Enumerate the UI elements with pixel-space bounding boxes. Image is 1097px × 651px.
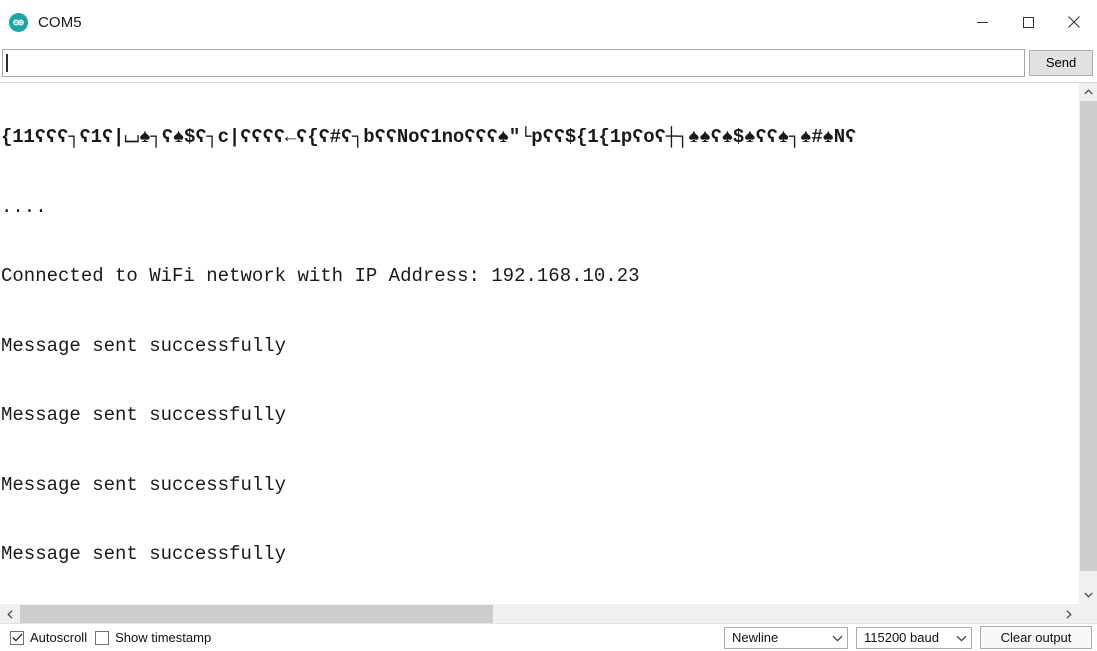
title-bar-left: COM5 xyxy=(0,12,82,32)
chevron-down-icon xyxy=(832,630,843,645)
minimize-button[interactable] xyxy=(959,0,1005,44)
checkmark-icon xyxy=(11,633,23,642)
scroll-up-button[interactable] xyxy=(1080,83,1097,101)
show-timestamp-checkbox-item[interactable]: Show timestamp xyxy=(95,630,211,645)
show-timestamp-checkbox[interactable] xyxy=(95,630,110,645)
output-region: {11ʕʕʕ┐ʕ1ʕ|⌴♠┐ʕ♠$ʕ┐c|ʕʕʕʕ←ʕ{ʕ#ʕ┐bʕʕNoʕ1n… xyxy=(0,83,1097,623)
serial-monitor-window: COM5 Send {11ʕʕʕ┐ʕ1ʕ|⌴♠┐ʕ♠$ʕ┐c|ʕʕʕʕ←ʕ{ʕ#… xyxy=(0,0,1097,651)
horizontal-scrollbar[interactable] xyxy=(0,604,1097,623)
send-input[interactable] xyxy=(3,50,1024,76)
vertical-scroll-thumb[interactable] xyxy=(1080,101,1097,572)
console-lines: {11ʕʕʕ┐ʕ1ʕ|⌴♠┐ʕ♠$ʕ┐c|ʕʕʕʕ←ʕ{ʕ#ʕ┐bʕʕNoʕ1n… xyxy=(0,83,1079,604)
title-bar: COM5 xyxy=(0,0,1097,44)
close-button[interactable] xyxy=(1051,0,1097,44)
clear-output-button[interactable]: Clear output xyxy=(980,626,1092,649)
console-line: Message sent successfully xyxy=(1,543,287,565)
send-bar: Send xyxy=(0,44,1097,82)
horizontal-scroll-thumb[interactable] xyxy=(20,605,493,623)
autoscroll-checkbox-item[interactable]: Autoscroll xyxy=(10,630,87,645)
line-ending-value: Newline xyxy=(732,630,779,645)
scrollbar-corner xyxy=(1079,605,1097,623)
send-input-wrapper[interactable] xyxy=(2,49,1025,77)
horizontal-scroll-track[interactable] xyxy=(20,605,1059,623)
console-line: Message sent successfully xyxy=(1,334,287,357)
console-output[interactable]: {11ʕʕʕ┐ʕ1ʕ|⌴♠┐ʕ♠$ʕ┐c|ʕʕʕʕ←ʕ{ʕ#ʕ┐bʕʕNoʕ1n… xyxy=(0,83,1079,604)
baud-rate-value: 115200 baud xyxy=(864,630,939,645)
console-line: Connected to WiFi network with IP Addres… xyxy=(1,265,640,287)
chevron-down-icon xyxy=(956,630,967,645)
console-line: Message sent successfully xyxy=(1,404,287,426)
output-main: {11ʕʕʕ┐ʕ1ʕ|⌴♠┐ʕ♠$ʕ┐c|ʕʕʕʕ←ʕ{ʕ#ʕ┐bʕʕNoʕ1n… xyxy=(0,83,1097,604)
maximize-button[interactable] xyxy=(1005,0,1051,44)
autoscroll-label: Autoscroll xyxy=(30,630,88,645)
console-line: Message sent successfully xyxy=(1,473,287,496)
scroll-left-button[interactable] xyxy=(0,605,20,623)
scroll-right-button[interactable] xyxy=(1059,605,1079,623)
console-line: {11ʕʕʕ┐ʕ1ʕ|⌴♠┐ʕ♠$ʕ┐c|ʕʕʕʕ←ʕ{ʕ#ʕ┐bʕʕNoʕ1n… xyxy=(1,126,857,148)
line-ending-select[interactable]: Newline xyxy=(724,626,848,649)
send-button[interactable]: Send xyxy=(1029,50,1093,76)
text-caret xyxy=(6,54,8,72)
window-title: COM5 xyxy=(38,13,82,31)
vertical-scrollbar[interactable] xyxy=(1079,83,1097,604)
autoscroll-checkbox[interactable] xyxy=(10,630,24,645)
show-timestamp-label: Show timestamp xyxy=(115,630,212,645)
window-controls xyxy=(959,0,1097,44)
status-bar: Autoscroll Show timestamp Newline 115200… xyxy=(0,623,1097,651)
console-line: .... xyxy=(1,195,47,218)
vertical-scroll-track[interactable] xyxy=(1080,101,1097,586)
arduino-logo-icon xyxy=(9,12,28,32)
scroll-down-button[interactable] xyxy=(1080,586,1097,604)
baud-rate-select[interactable]: 115200 baud xyxy=(856,626,972,649)
